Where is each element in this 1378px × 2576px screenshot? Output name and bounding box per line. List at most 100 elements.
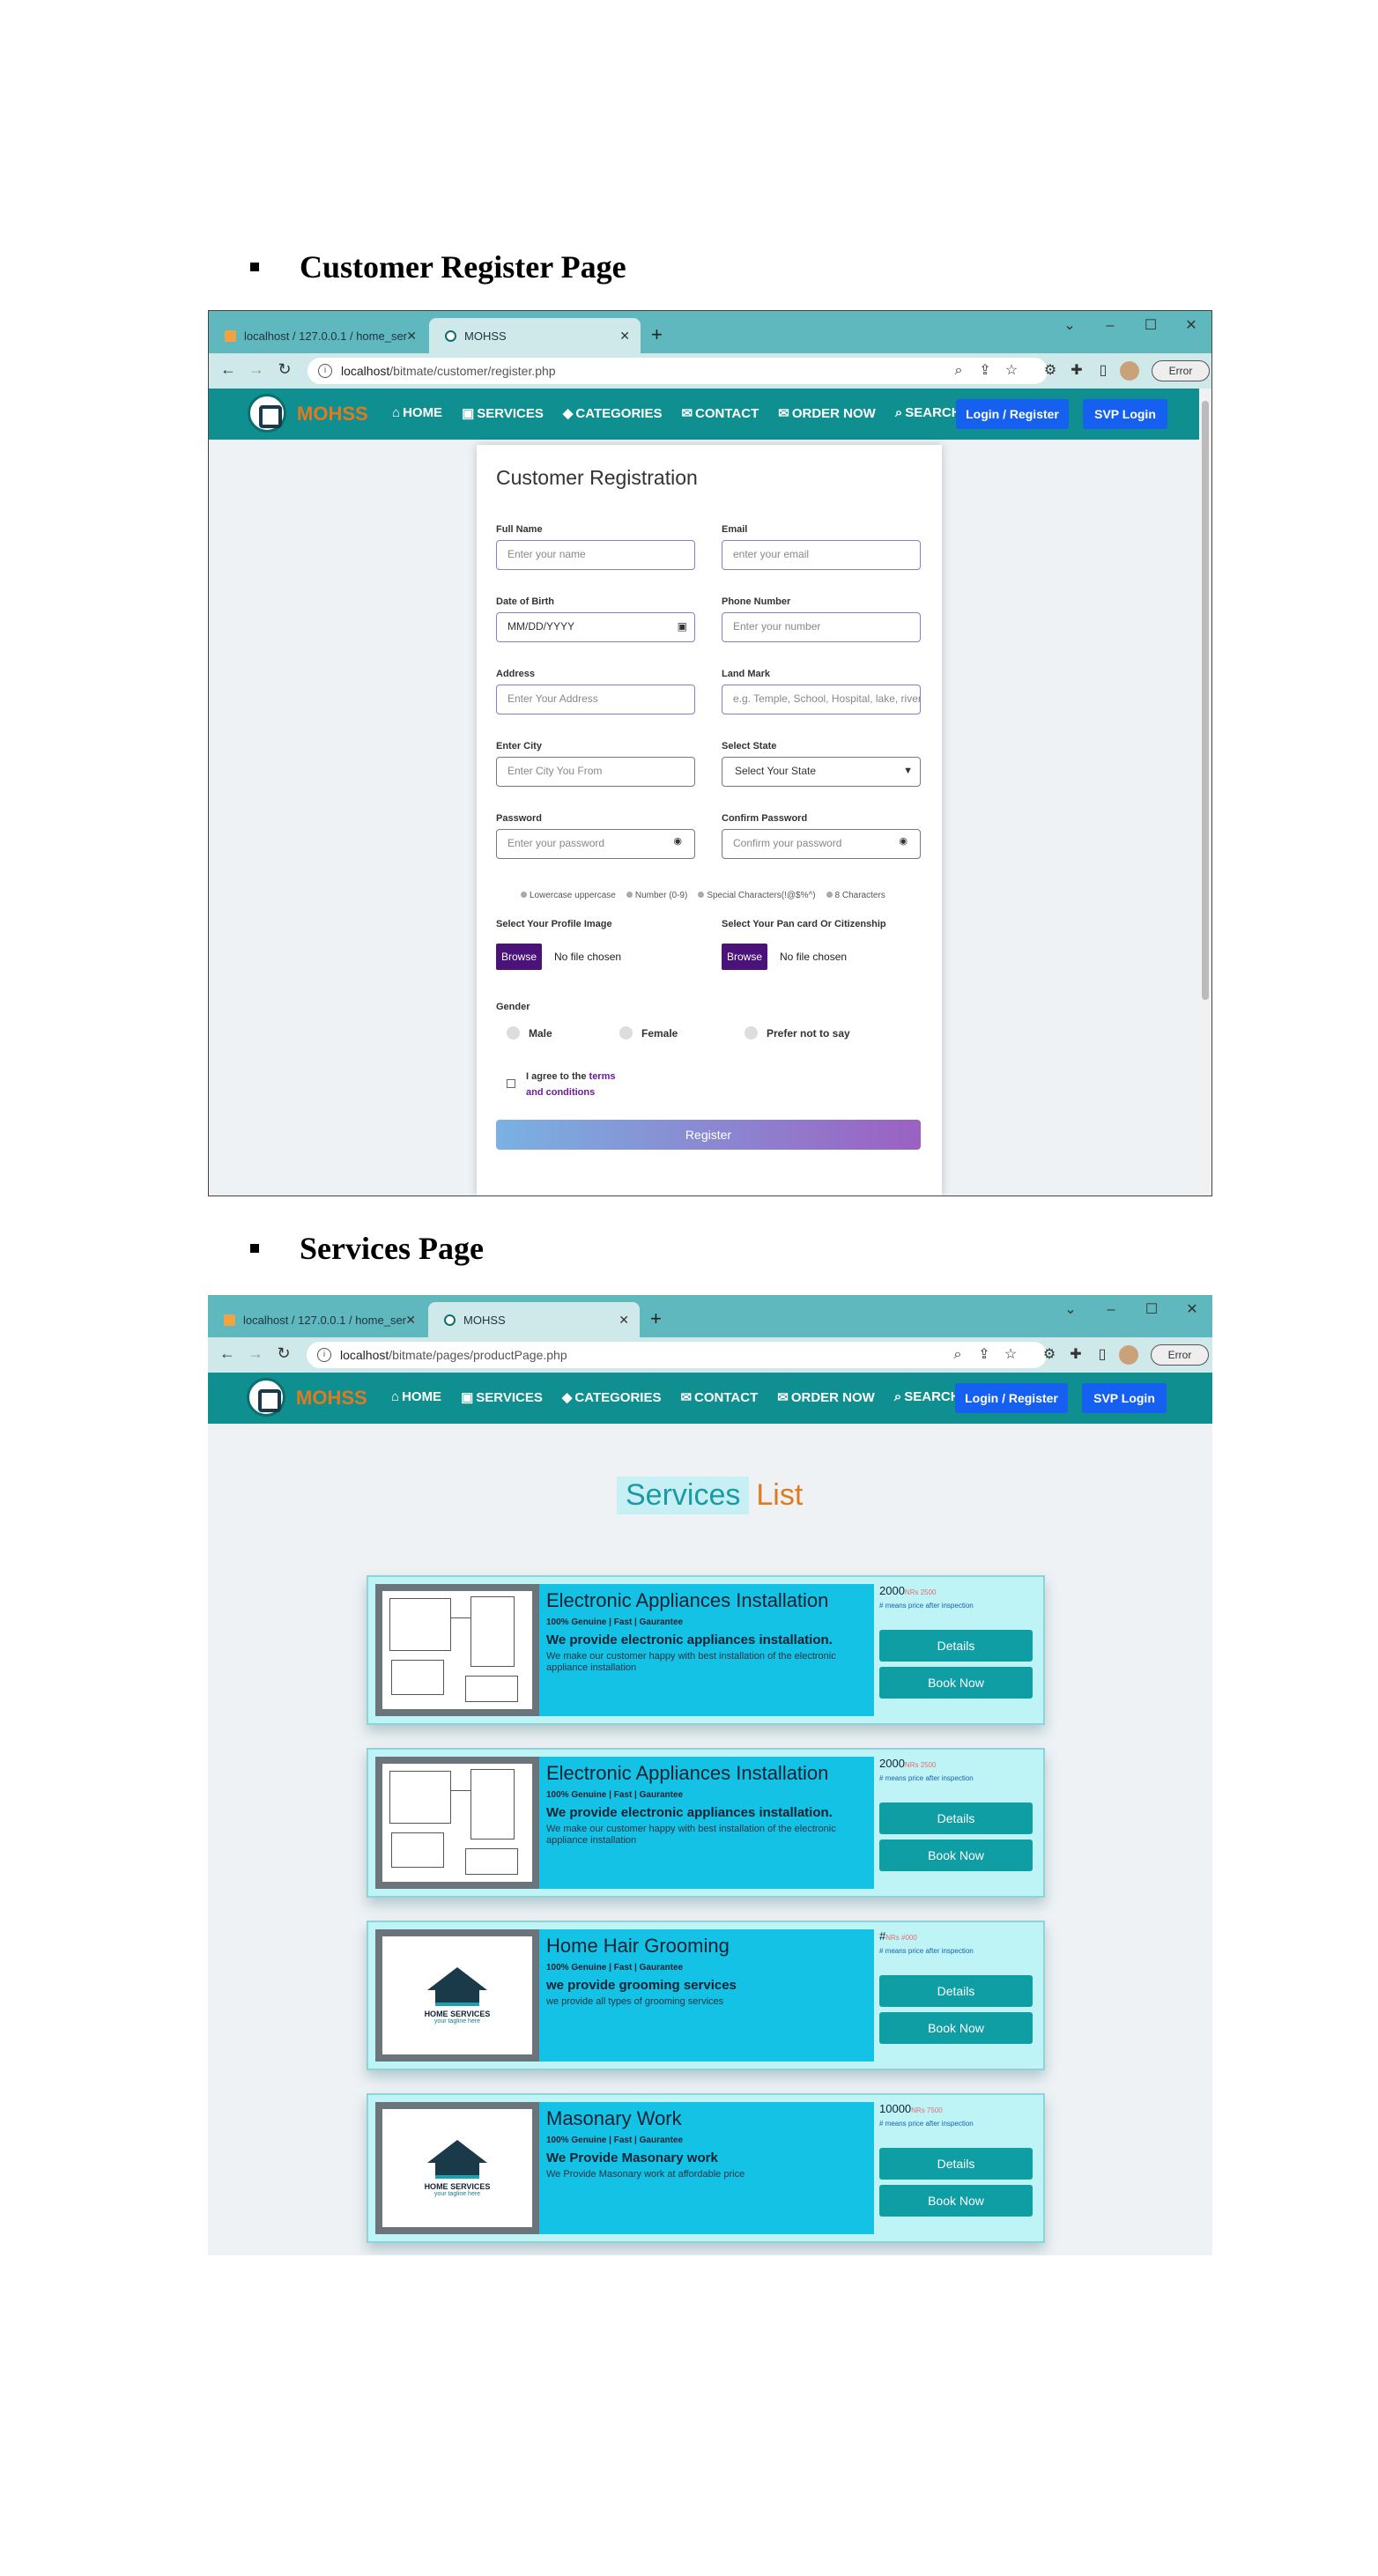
error-button[interactable]: Error [1152,360,1210,381]
nav-categories[interactable]: ◆ CATEGORIES [563,405,663,421]
avatar[interactable] [1119,1345,1138,1365]
reload-icon[interactable]: ↻ [273,1344,294,1363]
site-logo[interactable] [247,1378,285,1417]
dob-input[interactable]: MM/DD/YYYY ▣ [496,612,695,642]
service-title[interactable]: Masonary Work [546,2107,867,2130]
landmark-input[interactable]: e.g. Temple, School, Hospital, lake, riv… [722,685,921,714]
nav-categories[interactable]: ◆ CATEGORIES [562,1389,662,1405]
gender-male-radio[interactable]: Male [507,1026,552,1040]
details-button[interactable]: Details [879,1802,1033,1834]
tab-mohss[interactable]: MOHSS ✕ [429,318,641,353]
new-tab-icon[interactable]: + [651,323,663,346]
minimize-icon[interactable]: – [1090,311,1130,341]
close-window-icon[interactable]: ✕ [1172,1295,1212,1325]
chevron-down-icon[interactable]: ⌄ [1049,311,1090,341]
details-button[interactable]: Details [879,1975,1033,2007]
reload-icon[interactable]: ↻ [274,360,295,379]
close-icon[interactable]: ✕ [619,1313,629,1328]
brand-name[interactable]: MOHSS [297,403,368,426]
brand-name[interactable]: MOHSS [296,1387,367,1410]
gender-female-radio[interactable]: Female [619,1026,678,1040]
robot-icon[interactable]: ⚙ [1041,361,1060,381]
details-button[interactable]: Details [879,1630,1033,1662]
star-icon[interactable]: ☆ [1001,1345,1020,1365]
address-input[interactable]: Enter Your Address [496,685,695,714]
eye-icon[interactable]: ◉ [673,828,682,855]
share-icon[interactable]: ⇪ [975,361,995,381]
nav-home[interactable]: ⌂ HOME [392,405,442,421]
tab-mohss[interactable]: MOHSS ✕ [428,1302,640,1337]
terms-link[interactable]: terms [589,1071,616,1082]
register-button[interactable]: Register [496,1120,921,1150]
close-icon[interactable]: ✕ [619,329,630,344]
url-input[interactable]: i localhost/bitmate/customer/register.ph… [307,358,1048,384]
close-icon[interactable]: ✕ [406,329,417,344]
book-now-button[interactable]: Book Now [879,1839,1033,1871]
service-title[interactable]: Electronic Appliances Installation [546,1589,867,1612]
svp-login-button[interactable]: SVP Login [1082,1383,1167,1413]
profile-browse-button[interactable]: Browse [496,944,542,970]
scrollbar-thumb[interactable] [1202,401,1209,1000]
gender-other-radio[interactable]: Prefer not to say [745,1026,850,1040]
share-icon[interactable]: ⇪ [974,1345,994,1365]
back-icon[interactable]: ← [218,360,239,379]
zoom-icon[interactable]: ⌕ [948,1345,967,1365]
tab-phpmyadmin[interactable]: localhost / 127.0.0.1 / home_ser ✕ [209,318,427,353]
calendar-icon[interactable]: ▣ [678,613,687,640]
back-icon[interactable]: ← [217,1344,238,1363]
phone-input[interactable]: Enter your number [722,612,921,642]
tab-phpmyadmin[interactable]: localhost / 127.0.0.1 / home_ser ✕ [208,1302,426,1337]
site-logo[interactable] [248,394,286,433]
chevron-down-icon[interactable]: ⌄ [1050,1295,1091,1325]
nav-search[interactable]: ⌕ SEARCH [894,1389,960,1405]
state-select[interactable]: Select Your State ▼ [722,757,921,787]
nav-order[interactable]: ✉ ORDER NOW [778,405,876,421]
pan-browse-button[interactable]: Browse [722,944,767,970]
maximize-icon[interactable]: ☐ [1130,311,1171,341]
info-icon[interactable]: i [317,1348,331,1362]
error-button[interactable]: Error [1151,1344,1209,1366]
nav-order[interactable]: ✉ ORDER NOW [777,1389,875,1405]
sidepanel-icon[interactable]: ▯ [1093,361,1113,381]
confirm-password-input[interactable]: Confirm your password ◉ [722,829,921,859]
minimize-icon[interactable]: – [1091,1295,1131,1325]
puzzle-icon[interactable]: ✚ [1066,1345,1085,1365]
close-window-icon[interactable]: ✕ [1171,311,1211,341]
service-title[interactable]: Home Hair Grooming [546,1935,867,1958]
star-icon[interactable]: ☆ [1002,361,1021,381]
book-now-button[interactable]: Book Now [879,1667,1033,1699]
maximize-icon[interactable]: ☐ [1131,1295,1172,1325]
info-icon[interactable]: i [318,364,332,378]
details-button[interactable]: Details [879,2148,1033,2180]
email-input[interactable]: enter your email [722,540,921,570]
close-icon[interactable]: ✕ [405,1313,416,1328]
robot-icon[interactable]: ⚙ [1040,1345,1059,1365]
login-register-button[interactable]: Login / Register [955,1383,1068,1413]
nav-contact[interactable]: ✉ CONTACT [680,1389,758,1405]
svp-login-button[interactable]: SVP Login [1083,399,1167,429]
new-tab-icon[interactable]: + [650,1307,662,1330]
nav-search[interactable]: ⌕ SEARCH [895,405,961,421]
puzzle-icon[interactable]: ✚ [1067,361,1086,381]
login-register-button[interactable]: Login / Register [956,399,1069,429]
eye-icon[interactable]: ◉ [899,828,908,855]
book-now-button[interactable]: Book Now [879,2012,1033,2044]
url-input[interactable]: i localhost/bitmate/pages/productPage.ph… [307,1342,1047,1368]
forward-icon[interactable]: → [245,1344,266,1363]
avatar[interactable] [1120,361,1139,381]
nav-services[interactable]: ▣ SERVICES [462,405,544,421]
zoom-icon[interactable]: ⌕ [949,361,968,381]
city-input[interactable]: Enter City You From [496,757,695,787]
full-name-input[interactable]: Enter your name [496,540,695,570]
conditions-link[interactable]: and conditions [526,1087,595,1098]
book-now-button[interactable]: Book Now [879,2185,1033,2217]
terms-checkbox[interactable] [507,1079,515,1088]
password-input[interactable]: Enter your password ◉ [496,829,695,859]
nav-home[interactable]: ⌂ HOME [391,1389,441,1405]
forward-icon[interactable]: → [246,360,267,379]
sidepanel-icon[interactable]: ▯ [1093,1345,1112,1365]
scrollbar[interactable] [1199,389,1211,1195]
nav-contact[interactable]: ✉ CONTACT [681,405,759,421]
nav-services[interactable]: ▣ SERVICES [461,1389,543,1405]
service-title[interactable]: Electronic Appliances Installation [546,1762,867,1785]
